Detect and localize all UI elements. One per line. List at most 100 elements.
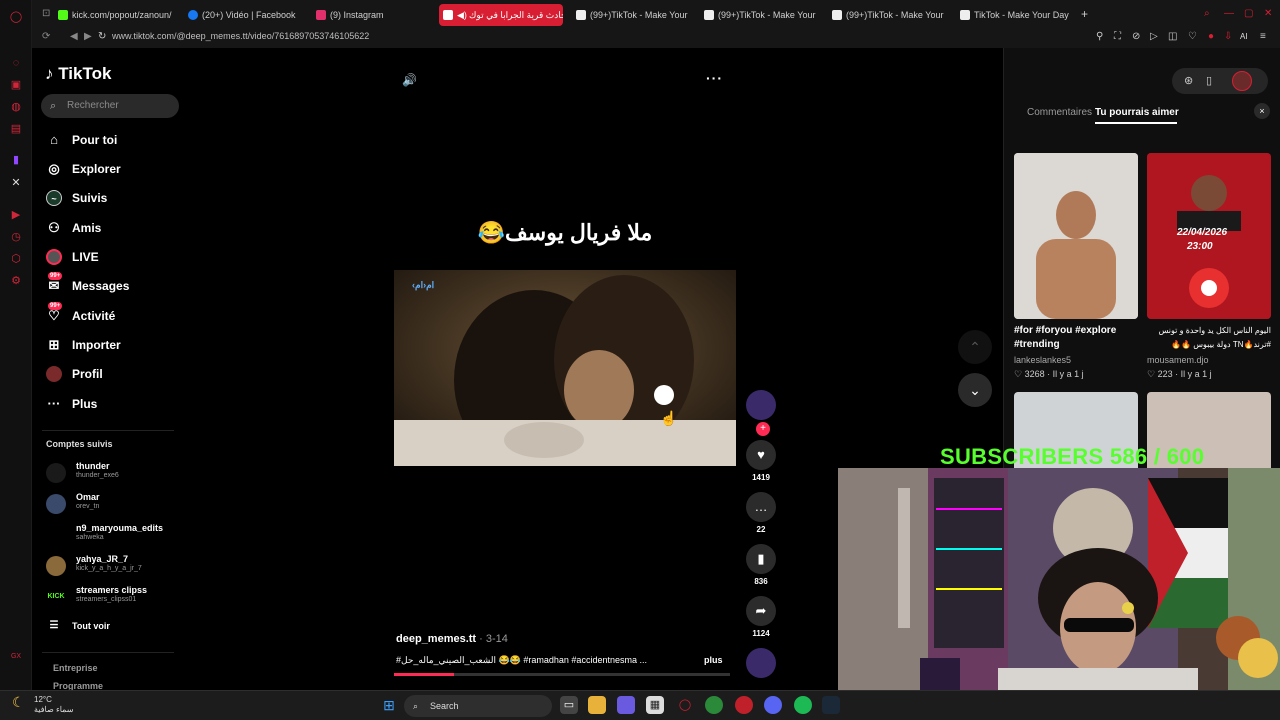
- close-panel-button[interactable]: ×: [1254, 103, 1270, 119]
- task-view-icon[interactable]: ▭: [560, 696, 578, 714]
- nav-upload[interactable]: ⊞ Importer: [44, 334, 121, 356]
- aria-icon[interactable]: ◌: [9, 56, 23, 70]
- window-menu-icon[interactable]: ⊡: [42, 8, 50, 19]
- tiktok-logo[interactable]: ♪ TikTok: [45, 64, 111, 84]
- card-author[interactable]: lankeslankes5: [1014, 355, 1138, 365]
- tab-facebook[interactable]: (20+) Vidéo | Facebook: [184, 4, 302, 26]
- nav-explore[interactable]: ◎ Explorer: [44, 158, 120, 180]
- app-red-icon[interactable]: [735, 696, 753, 714]
- recommended-card[interactable]: 22/04/2026 23:00 اليوم الناس الكل يد واح…: [1147, 153, 1271, 380]
- tab-comments[interactable]: Commentaires: [1027, 107, 1092, 118]
- recommended-card[interactable]: #for #foryou #explore #trending lankesla…: [1014, 153, 1138, 380]
- tab-instagram[interactable]: (9) Instagram: [312, 4, 430, 26]
- shopping-icon[interactable]: ▣: [9, 78, 23, 92]
- more-options-icon[interactable]: ···: [706, 70, 723, 86]
- download-icon[interactable]: ⇩: [1224, 31, 1232, 42]
- ai-button[interactable]: AI: [1240, 32, 1248, 41]
- new-tab-button[interactable]: +: [1081, 7, 1088, 21]
- extensions-icon[interactable]: ⬡: [9, 252, 23, 266]
- wallet-icon[interactable]: ◫: [1168, 31, 1177, 42]
- adblock-icon[interactable]: ⊘: [1132, 31, 1140, 42]
- comment-button[interactable]: … 22: [746, 492, 776, 534]
- card-thumbnail[interactable]: 22/04/2026 23:00: [1147, 153, 1271, 319]
- minimize-icon[interactable]: —: [1224, 8, 1234, 19]
- player-icon[interactable]: ▶: [9, 208, 23, 222]
- follow-plus-icon[interactable]: +: [756, 422, 770, 436]
- nav-friends[interactable]: ⚇ Amis: [44, 217, 101, 239]
- nav-for-you[interactable]: ⌂ Pour toi: [44, 129, 117, 151]
- settings-icon[interactable]: ⚙: [9, 274, 23, 288]
- maximize-icon[interactable]: ▢: [1244, 8, 1253, 19]
- taskbar-search[interactable]: ⌕ Search: [404, 695, 552, 717]
- x-twitter-icon[interactable]: ✕: [9, 176, 23, 190]
- author-avatar-button[interactable]: +: [746, 390, 776, 436]
- spotify-icon[interactable]: [794, 696, 812, 714]
- search-input[interactable]: ⌕ Rechercher: [41, 94, 179, 118]
- gx-corner-icon[interactable]: ▤: [9, 122, 23, 136]
- next-video-button[interactable]: ⌄: [958, 373, 992, 407]
- video-frame[interactable]: ‹ام‹ام: [394, 270, 736, 466]
- weather-widget[interactable]: ☾ 12°C سماء صافية: [12, 695, 74, 715]
- discord-icon[interactable]: [764, 696, 782, 714]
- pin-icon[interactable]: ⚲: [1096, 31, 1103, 42]
- see-more-button[interactable]: plus: [704, 655, 723, 665]
- tab-tiktok-3[interactable]: (99+)TikTok - Make Your: [700, 4, 818, 26]
- speaker-icon[interactable]: ◀): [457, 4, 467, 26]
- windows-start-icon[interactable]: ⊞: [380, 696, 398, 714]
- card-author[interactable]: mousamem.djo: [1147, 355, 1271, 365]
- nav-messages[interactable]: ✉ 99+ Messages: [44, 272, 129, 297]
- file-explorer-icon[interactable]: [588, 696, 606, 714]
- opera-gx-icon[interactable]: ◯: [676, 696, 694, 714]
- chrome-icon[interactable]: [705, 696, 723, 714]
- refresh-icon[interactable]: ↻: [98, 31, 106, 42]
- tab-you-may-like[interactable]: Tu pourrais aimer: [1095, 107, 1179, 118]
- twitch-icon[interactable]: ▮: [9, 153, 23, 167]
- nav-activity[interactable]: ♡ 99+ Activité: [44, 302, 115, 327]
- share-button[interactable]: ➦ 1124: [746, 596, 776, 638]
- reload-side-icon[interactable]: ⟳: [42, 31, 50, 42]
- tab-tiktok-5[interactable]: TikTok - Make Your Day: [956, 4, 1074, 26]
- music-disc-button[interactable]: [746, 648, 776, 678]
- user-avatar-icon[interactable]: [1232, 71, 1252, 91]
- account-icon[interactable]: ●: [1208, 31, 1214, 42]
- history-icon[interactable]: ◷: [9, 230, 23, 244]
- nav-following[interactable]: ~ Suivis: [44, 187, 107, 209]
- forward-icon[interactable]: ▶: [84, 31, 92, 42]
- account-yahya[interactable]: yahya_JR_7 kick_y_a_h_y_a_jr_7: [46, 553, 176, 579]
- card-thumbnail[interactable]: [1014, 153, 1138, 319]
- settings-icon[interactable]: ⊛: [1184, 74, 1193, 87]
- tab-kick[interactable]: kick.com/popout/zanoun/: [54, 4, 172, 26]
- save-button[interactable]: ▮ 836: [746, 544, 776, 586]
- volume-icon[interactable]: 🔊: [402, 73, 417, 87]
- footer-link-business[interactable]: Entreprise: [53, 663, 98, 673]
- close-window-icon[interactable]: ✕: [1264, 8, 1272, 19]
- snapshot-icon[interactable]: ⛶: [1114, 31, 1121, 42]
- nav-live[interactable]: LIVE: [44, 246, 99, 268]
- heart-icon[interactable]: ♡: [1188, 31, 1197, 42]
- mobile-icon[interactable]: ▯: [1206, 74, 1212, 87]
- opera-logo-icon[interactable]: ◯: [9, 10, 23, 24]
- play-icon[interactable]: ▷: [1150, 31, 1158, 42]
- nav-profile[interactable]: Profil: [44, 363, 103, 385]
- tab-tiktok-active[interactable]: ◀) حادث قرية الجرابا في توك: [439, 4, 563, 26]
- store-icon[interactable]: ▦: [646, 696, 664, 714]
- account-maryouma[interactable]: n9_maryouma_edits sahweka: [46, 522, 176, 548]
- tab-tiktok-2[interactable]: (99+)TikTok - Make Your: [572, 4, 690, 26]
- like-button[interactable]: ♥ 1419: [746, 440, 776, 482]
- video-author[interactable]: deep_memes.tt · 3-14: [396, 633, 508, 645]
- copilot-icon[interactable]: [617, 696, 635, 714]
- account-thunder[interactable]: thunder thunder_exe6: [46, 460, 176, 486]
- account-omar[interactable]: Omar orev_tn: [46, 491, 176, 517]
- video-progress-bar[interactable]: [394, 673, 730, 676]
- gx-icon[interactable]: GX: [9, 650, 23, 664]
- messenger-icon[interactable]: ◍: [9, 100, 23, 114]
- back-icon[interactable]: ◀: [70, 31, 78, 42]
- video-player[interactable]: 🔊 ··· ملا فريال يوسف😂 ‹ام‹ام deep_memes.…: [394, 48, 736, 678]
- previous-video-button[interactable]: ⌃: [958, 330, 992, 364]
- account-streamers[interactable]: KICK streamers clipss streamers_clipss01: [46, 584, 176, 610]
- search-tabs-icon[interactable]: ⌕: [1204, 8, 1210, 19]
- menu-icon[interactable]: ≡: [1260, 31, 1266, 42]
- nav-more[interactable]: ··· Plus: [44, 393, 98, 415]
- url-field[interactable]: www.tiktok.com/@deep_memes.tt/video/7616…: [112, 31, 369, 41]
- see-all-link[interactable]: ☰ Tout voir: [44, 615, 110, 637]
